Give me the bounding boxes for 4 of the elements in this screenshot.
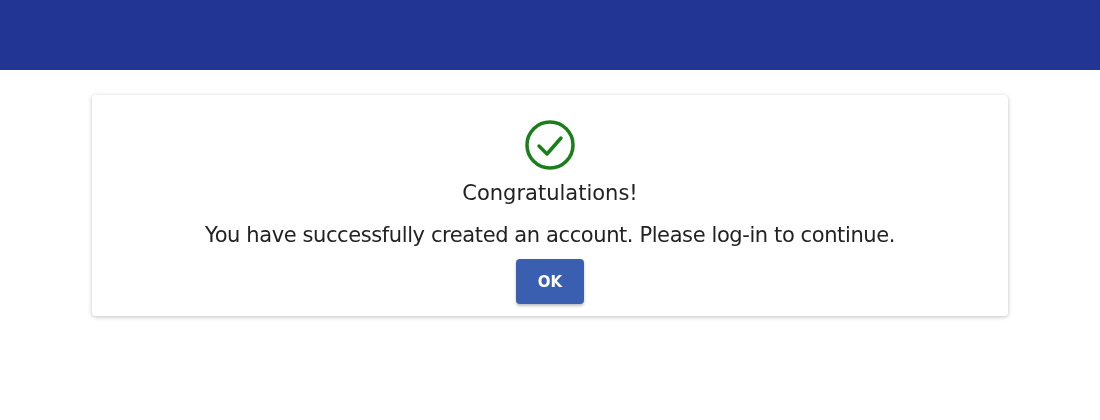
ok-button[interactable]: OK: [516, 259, 584, 304]
check-circle-icon: [524, 119, 576, 171]
dialog-message: You have successfully created an account. Please log-in to continue.: [205, 223, 895, 247]
dialog-title: Congratulations!: [462, 181, 638, 205]
